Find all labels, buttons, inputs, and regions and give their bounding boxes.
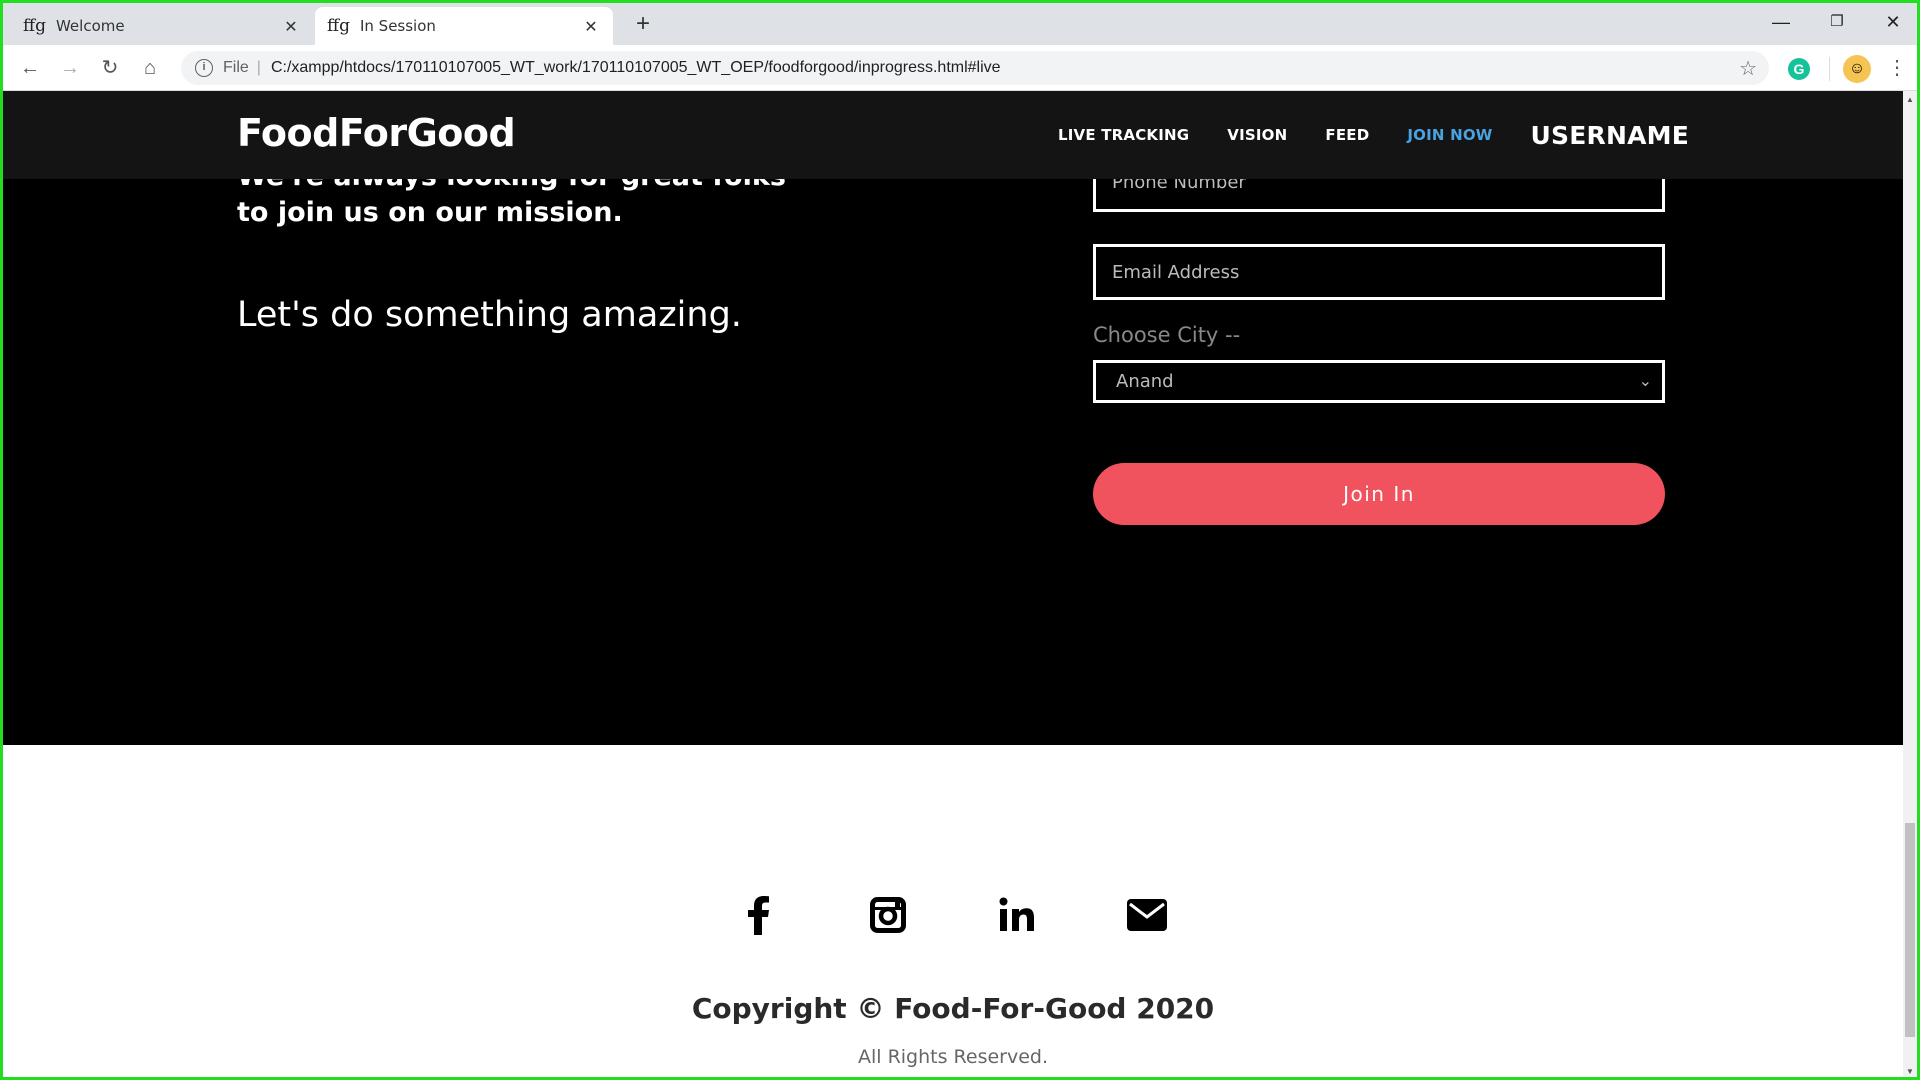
chevron-down-icon: ⌄ (1638, 371, 1652, 390)
home-icon[interactable]: ⌂ (135, 53, 165, 83)
page-viewport: FoodForGood LIVE TRACKING VISION FEED JO… (3, 91, 1903, 1077)
join-section: FoodForGood LIVE TRACKING VISION FEED JO… (3, 91, 1903, 745)
city-select[interactable]: Anand ⌄ (1093, 360, 1665, 403)
grammarly-extension-icon[interactable]: G (1788, 58, 1810, 80)
nav-link-live-tracking[interactable]: LIVE TRACKING (1058, 126, 1189, 144)
page-scrollbar[interactable]: ▲ ▼ (1903, 91, 1917, 1077)
nav-link-vision[interactable]: VISION (1227, 126, 1287, 144)
address-bar[interactable]: i File | C:/xampp/htdocs/170110107005_WT… (181, 51, 1769, 85)
scrollbar-thumb[interactable] (1905, 823, 1915, 1037)
bookmark-star-icon[interactable]: ☆ (1739, 56, 1757, 81)
instagram-icon[interactable] (864, 891, 912, 939)
close-icon[interactable]: ✕ (581, 17, 601, 36)
join-in-button[interactable]: Join In (1093, 463, 1665, 525)
forward-arrow-icon[interactable]: → (55, 53, 85, 83)
info-icon[interactable]: i (195, 59, 213, 77)
linkedin-icon[interactable] (993, 891, 1041, 939)
tab-favicon: ffg (23, 16, 46, 36)
nav-link-join-now[interactable]: JOIN NOW (1407, 126, 1492, 144)
url-text[interactable]: C:/xampp/htdocs/170110107005_WT_work/170… (271, 59, 1739, 77)
restore-icon[interactable]: ❐ (1809, 3, 1865, 43)
browser-window: ffg Welcome ✕ ffg In Session ✕ + — ❐ ✕ ←… (0, 0, 1920, 1080)
back-arrow-icon[interactable]: ← (15, 53, 45, 83)
site-navbar: FoodForGood LIVE TRACKING VISION FEED JO… (3, 91, 1903, 179)
nav-links: LIVE TRACKING VISION FEED JOIN NOW USERN… (1020, 91, 1689, 179)
close-icon[interactable]: ✕ (281, 17, 301, 36)
kebab-menu-icon[interactable]: ⋮ (1887, 55, 1907, 83)
facebook-icon[interactable] (735, 891, 783, 939)
scroll-up-arrow-icon[interactable]: ▲ (1903, 95, 1917, 104)
url-separator: | (256, 59, 261, 76)
tab-strip: ffg Welcome ✕ ffg In Session ✕ + — ❐ ✕ (3, 3, 1917, 45)
footer-rights: All Rights Reserved. (857, 1046, 1049, 1068)
window-close-icon[interactable]: ✕ (1865, 3, 1917, 43)
toolbar-divider (1829, 57, 1830, 81)
nav-link-feed[interactable]: FEED (1325, 126, 1369, 144)
reload-icon[interactable]: ↻ (95, 53, 125, 83)
scroll-down-arrow-icon[interactable]: ▼ (1903, 1067, 1917, 1076)
city-selected-value: Anand (1116, 371, 1174, 392)
tab-title: In Session (359, 17, 436, 35)
nav-username[interactable]: USERNAME (1531, 121, 1689, 150)
tab-title: Welcome (55, 17, 125, 35)
footer-copyright: Copyright © Food-For-Good 2020 (691, 992, 1215, 1025)
email-placeholder: Email Address (1112, 261, 1240, 283)
choose-city-label: Choose City -- (1093, 323, 1241, 347)
join-tagline: Let's do something amazing. (237, 295, 742, 335)
tab-in-session[interactable]: ffg In Session ✕ (315, 7, 613, 45)
new-tab-plus-icon[interactable]: + (627, 9, 659, 41)
email-address-field[interactable]: Email Address (1093, 244, 1665, 300)
browser-toolbar: ← → ↻ ⌂ i File | C:/xampp/htdocs/1701101… (3, 45, 1917, 91)
url-scheme: File (223, 59, 249, 76)
minimize-icon[interactable]: — (1753, 3, 1809, 43)
profile-avatar-icon[interactable]: ☺ (1843, 55, 1871, 83)
tab-welcome[interactable]: ffg Welcome ✕ (11, 7, 313, 45)
join-intro: We're always looking for great folks to … (237, 159, 797, 337)
tab-favicon: ffg (327, 16, 350, 36)
mail-icon[interactable] (1123, 891, 1171, 939)
site-logo[interactable]: FoodForGood (237, 111, 516, 155)
